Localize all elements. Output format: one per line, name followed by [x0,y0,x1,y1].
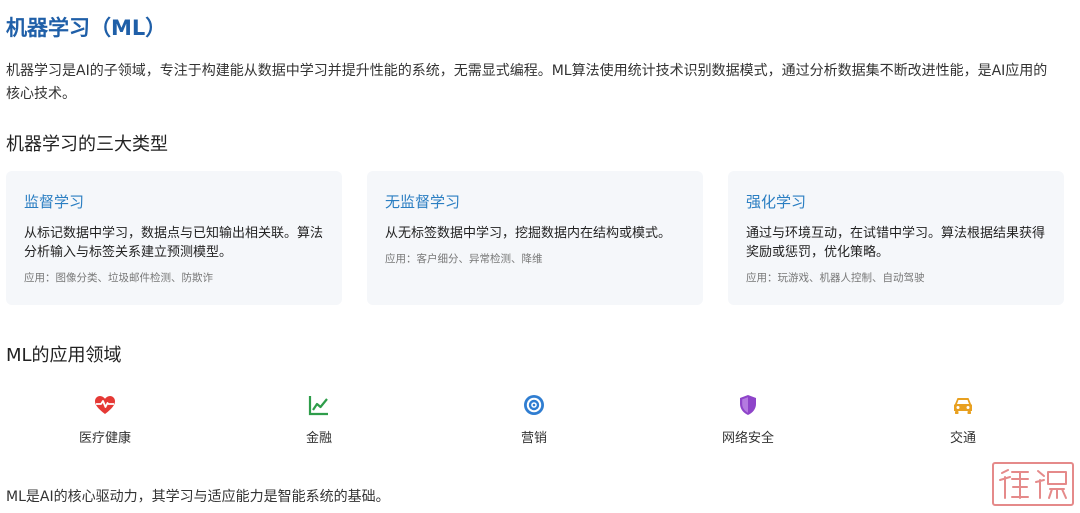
app-healthcare: 医疗健康 [45,393,165,446]
card-title: 强化学习 [746,193,807,211]
card-title: 无监督学习 [385,193,461,211]
apps-section-heading: ML的应用领域 [6,345,122,366]
app-finance: 金融 [259,393,379,446]
app-label: 网络安全 [721,431,774,446]
card-applications: 应用：客户细分、异常检测、降维 [385,253,543,265]
card-applications: 应用：玩游戏、机器人控制、自动驾驶 [746,272,925,284]
page-title: 机器学习（ML） [6,16,167,40]
app-label: 金融 [305,431,332,446]
heartbeat-icon [95,396,115,414]
app-marketing: 营销 [474,393,594,446]
card-applications: 应用：图像分类、垃圾邮件检测、防欺诈 [24,272,213,284]
app-label: 交通 [949,431,976,446]
intro-paragraph: 机器学习是AI的子领域，专注于构建能从数据中学习并提升性能的系统，无需显式编程。… [6,63,1048,102]
app-label: 医疗健康 [78,431,131,446]
watermark-seal-glyphs [999,469,1067,499]
card-description: 从标记数据中学习，数据点与已知输出相关联。算法分析输入与标签关系建立预测模型。 [24,226,324,260]
app-transportation: 交通 [903,393,1023,446]
footer-text: ML是AI的核心驱动力，其学习与适应能力是智能系统的基础。 [6,489,390,505]
watermark-seal [992,462,1074,506]
app-cybersecurity: 网络安全 [688,393,808,446]
card-supervised-learning: 监督学习 从标记数据中学习，数据点与已知输出相关联。算法分析输入与标签关系建立预… [6,171,342,305]
types-section-heading: 机器学习的三大类型 [6,134,168,155]
card-description: 通过与环境互动，在试错中学习。算法根据结果获得奖励或惩罚，优化策略。 [746,226,1046,260]
application-areas: 医疗健康 金融 营销 网络安全 交通 [0,393,1080,453]
app-label: 营销 [520,431,547,446]
card-unsupervised-learning: 无监督学习 从无标签数据中学习，挖掘数据内在结构或模式。 应用：客户细分、异常检… [367,171,703,305]
card-reinforcement-learning: 强化学习 通过与环境互动，在试错中学习。算法根据结果获得奖励或惩罚，优化策略。 … [728,171,1064,305]
target-icon [524,395,544,415]
car-icon [954,398,972,414]
shield-icon [740,395,756,415]
line-chart-icon [308,396,328,416]
card-title: 监督学习 [24,193,85,211]
ml-types-cards: 监督学习 从标记数据中学习，数据点与已知输出相关联。算法分析输入与标签关系建立预… [6,171,1064,305]
card-description: 从无标签数据中学习，挖掘数据内在结构或模式。 [385,226,672,241]
